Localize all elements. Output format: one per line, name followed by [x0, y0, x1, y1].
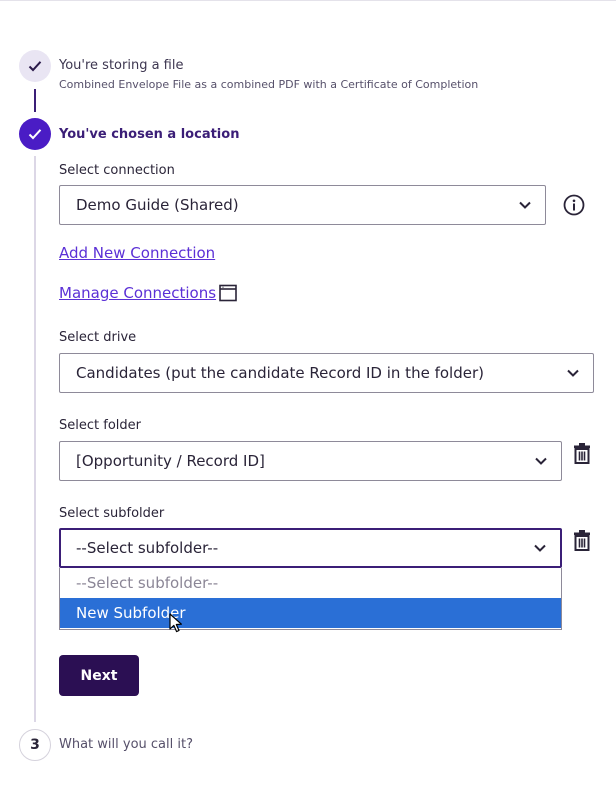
step-current-indicator: [19, 118, 51, 150]
dropdown-option[interactable]: --Select subfolder--: [60, 568, 561, 598]
dropdown-option-highlighted[interactable]: New Subfolder: [60, 598, 561, 628]
external-window-icon: [219, 284, 237, 302]
folder-label: Select folder: [59, 418, 141, 433]
connection-label: Select connection: [59, 163, 175, 178]
top-divider: [0, 0, 616, 1]
add-connection-link[interactable]: Add New Connection: [59, 244, 215, 262]
delete-folder-trash-icon[interactable]: [573, 442, 591, 464]
next-button[interactable]: Next: [59, 655, 139, 696]
drive-select[interactable]: Candidates (put the candidate Record ID …: [59, 353, 594, 393]
step-title: You've chosen a location: [59, 127, 240, 142]
subfolder-value: --Select subfolder--: [76, 539, 219, 557]
step-subtitle: Combined Envelope File as a combined PDF…: [59, 78, 479, 91]
delete-subfolder-trash-icon[interactable]: [573, 529, 591, 551]
connection-value: Demo Guide (Shared): [76, 196, 239, 214]
subfolder-select[interactable]: --Select subfolder--: [59, 528, 562, 568]
drive-value: Candidates (put the candidate Record ID …: [76, 364, 484, 382]
folder-select[interactable]: [Opportunity / Record ID]: [59, 441, 562, 481]
subfolder-label: Select subfolder: [59, 506, 165, 521]
check-icon: [28, 129, 42, 140]
step-complete-indicator: [19, 50, 51, 82]
progress-connector: [34, 89, 36, 112]
step-number-indicator: 3: [19, 729, 51, 761]
chevron-down-icon: [519, 201, 531, 209]
folder-value: [Opportunity / Record ID]: [76, 452, 265, 470]
info-icon[interactable]: [563, 194, 585, 216]
step-title: You're storing a file: [59, 58, 184, 73]
connection-select[interactable]: Demo Guide (Shared): [59, 185, 546, 225]
chevron-down-icon: [534, 544, 546, 552]
step-title: What will you call it?: [59, 737, 193, 752]
drive-label: Select drive: [59, 330, 137, 345]
manage-connections-link[interactable]: Manage Connections: [59, 284, 216, 302]
progress-connector: [34, 156, 36, 722]
chevron-down-icon: [535, 457, 547, 465]
chevron-down-icon: [567, 369, 579, 377]
manage-connections-link-group[interactable]: Manage Connections: [59, 284, 237, 302]
check-icon: [28, 61, 42, 72]
subfolder-dropdown-list: --Select subfolder-- New Subfolder: [59, 568, 562, 630]
mouse-pointer-icon: [169, 613, 182, 633]
